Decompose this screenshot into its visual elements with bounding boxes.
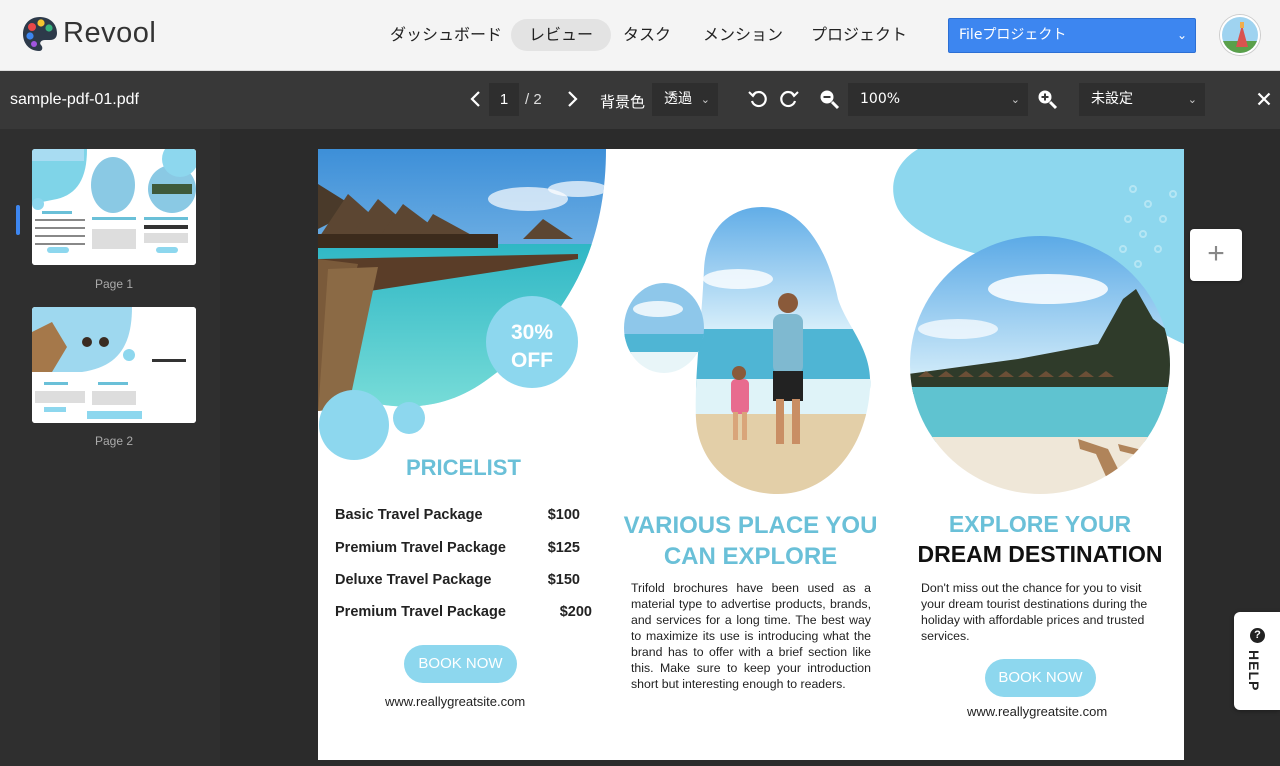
price-row: Premium Travel Package $200 [335, 604, 592, 620]
top-navigation: Revool ダッシュボード レビュー タスク メンション プロジェクト Fil… [0, 0, 1280, 71]
nav-mentions[interactable]: メンション [685, 19, 801, 51]
page-thumbnail-2[interactable] [32, 307, 196, 423]
page-thumbnails-sidebar: Page 1 Page 2 [0, 129, 220, 766]
next-page-icon[interactable] [560, 87, 584, 111]
status-select[interactable]: 未設定 ⌄ [1079, 83, 1205, 116]
project-select[interactable]: Fileプロジェクト ⌄ [948, 18, 1196, 53]
pricelist-title: PRICELIST [406, 455, 521, 480]
middle-title: VARIOUS PLACE YOU CAN EXPLORE [618, 510, 883, 572]
prev-page-icon[interactable] [464, 87, 488, 111]
page-thumbnail-label-1: Page 1 [94, 277, 134, 291]
help-question-icon: ? [1250, 628, 1265, 643]
website-link-right[interactable]: www.reallygreatsite.com [967, 704, 1107, 719]
nav-projects[interactable]: プロジェクト [793, 19, 925, 51]
status-select-value: 未設定 [1091, 91, 1133, 107]
pdf-toolbar: sample-pdf-01.pdf 1 / 2 背景色 透過 ⌄ 100% ⌄ … [0, 71, 1280, 129]
chevron-down-icon: ⌄ [1176, 28, 1187, 42]
close-icon[interactable] [1253, 88, 1275, 110]
nav-dashboard[interactable]: ダッシュボード [372, 19, 520, 51]
background-select[interactable]: 透過 ⌄ [652, 83, 718, 116]
chevron-down-icon: ⌄ [1187, 93, 1197, 106]
current-page-input[interactable]: 1 [489, 83, 519, 116]
page-total: / 2 [525, 91, 542, 108]
book-now-button-right[interactable]: BOOK NOW [985, 659, 1096, 697]
discount-badge-line1: 30% [510, 321, 554, 344]
price-amount: $100 [547, 507, 580, 523]
price-name: Deluxe Travel Package [335, 572, 492, 588]
zoom-out-icon[interactable] [817, 87, 841, 111]
help-label: HELP [1246, 650, 1262, 692]
price-name: Premium Travel Package [335, 540, 506, 556]
price-row: Basic Travel Package $100 [335, 507, 580, 523]
website-link-left[interactable]: www.reallygreatsite.com [385, 694, 525, 709]
page-2-preview [32, 307, 196, 423]
sea-small-photo [624, 283, 704, 373]
page-1-preview [32, 149, 196, 265]
nav-tasks[interactable]: タスク [605, 19, 689, 51]
active-page-indicator [16, 205, 20, 235]
zoom-select[interactable]: 100% ⌄ [848, 83, 1028, 116]
palette-logo-icon[interactable] [21, 15, 59, 53]
middle-paragraph: Trifold brochures have been used as a ma… [631, 581, 871, 691]
price-name: Premium Travel Package [335, 604, 506, 620]
background-label: 背景色 [600, 93, 646, 111]
price-amount: $125 [547, 540, 580, 556]
add-page-button[interactable]: + [1190, 229, 1242, 281]
rotate-right-icon[interactable] [777, 87, 801, 111]
book-now-button-left[interactable]: BOOK NOW [404, 645, 517, 683]
rotate-left-icon[interactable] [746, 87, 770, 111]
discount-badge-line2: OFF [511, 349, 553, 372]
background-select-value: 透過 [664, 91, 692, 107]
right-paragraph: Don't miss out the chance for you to vis… [921, 581, 1148, 643]
price-amount: $150 [547, 572, 580, 588]
nav-review[interactable]: レビュー [511, 19, 612, 51]
file-name: sample-pdf-01.pdf [10, 91, 139, 108]
price-amount: $200 [559, 604, 592, 620]
right-title-line2: DREAM DESTINATION [917, 541, 1163, 567]
middle-title-line2: CAN EXPLORE [663, 543, 838, 570]
chevron-down-icon: ⌄ [1010, 93, 1020, 106]
help-tab[interactable]: ? HELP [1234, 612, 1280, 710]
price-row: Deluxe Travel Package $150 [335, 572, 580, 588]
chevron-down-icon: ⌄ [700, 93, 710, 106]
user-avatar[interactable] [1220, 15, 1260, 55]
avatar-image [1222, 17, 1258, 53]
right-title-line1: EXPLORE YOUR [948, 511, 1132, 537]
brand-name[interactable]: Revool [63, 17, 156, 50]
resort-photo [318, 149, 606, 411]
middle-title-line1: VARIOUS PLACE YOU [623, 512, 878, 539]
price-name: Basic Travel Package [335, 507, 483, 523]
pdf-page: 30% OFF PRICELIST Basic Travel Package $… [318, 149, 1184, 760]
zoom-in-icon[interactable] [1035, 87, 1059, 111]
page-thumbnail-label-2: Page 2 [94, 434, 134, 448]
right-title: EXPLORE YOUR DREAM DESTINATION [913, 509, 1167, 569]
page-thumbnail-1[interactable] [32, 149, 196, 265]
project-select-value: Fileプロジェクト [959, 27, 1067, 43]
zoom-select-value: 100% [860, 91, 901, 107]
price-row: Premium Travel Package $125 [335, 540, 580, 556]
discount-badge: 30% OFF [502, 319, 562, 375]
beach-family-photo [695, 207, 871, 494]
